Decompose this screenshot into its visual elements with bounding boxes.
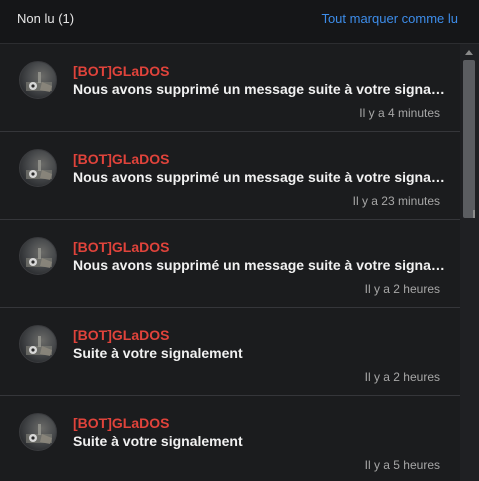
notification-message: Nous avons supprimé un message suite à v… [73, 81, 445, 97]
notification-author: [BOT]GLaDOS [73, 239, 170, 255]
notification-time: Il y a 5 heures [364, 458, 440, 472]
scroll-up-arrow-icon[interactable] [465, 50, 473, 55]
glados-avatar-icon [19, 325, 57, 363]
glados-avatar-icon [19, 237, 57, 275]
notification-item[interactable]: [BOT]GLaDOS Suite à votre signalement Il… [0, 396, 460, 481]
notification-message: Suite à votre signalement [73, 345, 243, 361]
notification-list: [BOT]GLaDOS Nous avons supprimé un messa… [0, 44, 460, 481]
scrollbar-thumb[interactable] [463, 60, 475, 218]
notifications-panel: Non lu (1) Tout marquer comme lu [BOT]GL… [0, 0, 479, 481]
notification-message: Suite à votre signalement [73, 433, 243, 449]
notification-message: Nous avons supprimé un message suite à v… [73, 257, 445, 273]
glados-avatar-icon [19, 61, 57, 99]
notification-author: [BOT]GLaDOS [73, 327, 170, 343]
notification-time: Il y a 23 minutes [352, 194, 440, 208]
glados-avatar-icon [19, 413, 57, 451]
notification-time: Il y a 2 heures [364, 370, 440, 384]
notification-item[interactable]: [BOT]GLaDOS Nous avons supprimé un messa… [0, 220, 460, 308]
unread-count-title: Non lu (1) [17, 11, 75, 26]
notifications-header: Non lu (1) Tout marquer comme lu [0, 0, 479, 44]
notification-item[interactable]: [BOT]GLaDOS Suite à votre signalement Il… [0, 308, 460, 396]
notification-time: Il y a 4 minutes [359, 106, 440, 120]
edge-divider [473, 210, 475, 218]
notification-message: Nous avons supprimé un message suite à v… [73, 169, 445, 185]
notification-author: [BOT]GLaDOS [73, 415, 170, 431]
mark-all-read-link[interactable]: Tout marquer comme lu [321, 11, 458, 26]
notification-author: [BOT]GLaDOS [73, 151, 170, 167]
glados-avatar-icon [19, 149, 57, 187]
notification-item[interactable]: [BOT]GLaDOS Nous avons supprimé un messa… [0, 44, 460, 132]
notification-time: Il y a 2 heures [364, 282, 440, 296]
notification-item[interactable]: [BOT]GLaDOS Nous avons supprimé un messa… [0, 132, 460, 220]
list-scrollbar[interactable] [460, 44, 479, 481]
notification-author: [BOT]GLaDOS [73, 63, 170, 79]
